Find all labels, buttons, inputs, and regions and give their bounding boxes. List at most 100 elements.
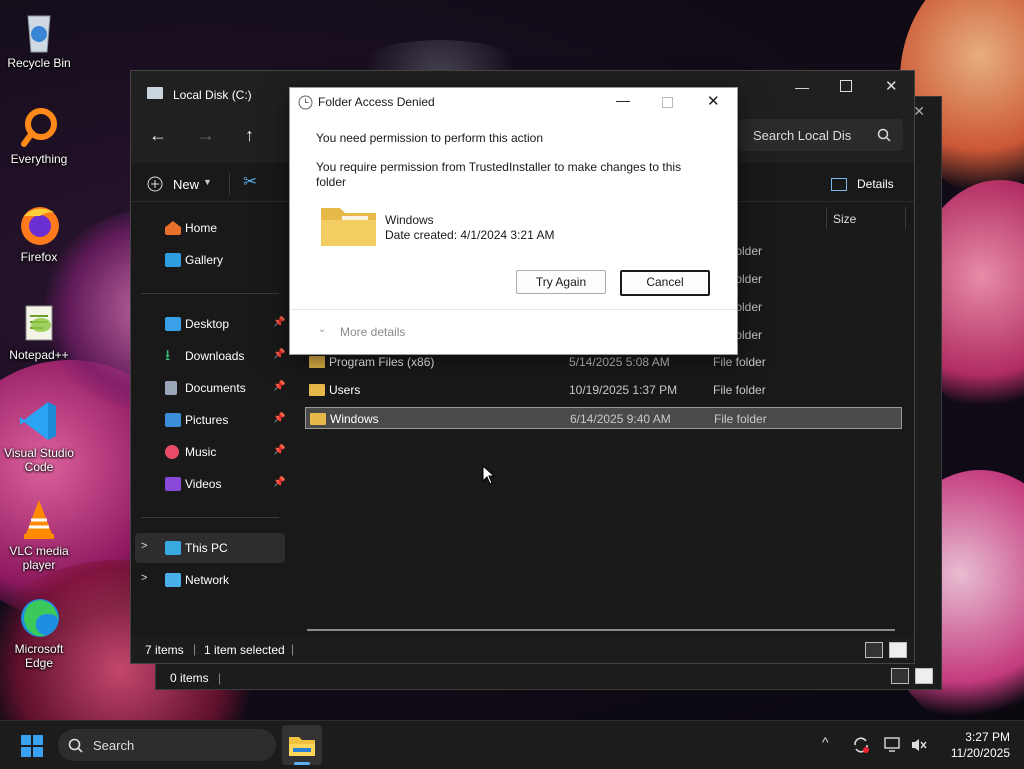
volume-muted-icon[interactable] [910,737,928,753]
desktop-icon-label: VLC media player [9,544,69,572]
network-monitor-icon[interactable] [884,737,902,753]
home-icon [165,221,181,235]
selection-count: 1 item selected [204,643,285,657]
chevron-right-icon[interactable]: > [141,540,147,552]
sidebar-item-home[interactable]: Home [135,213,285,243]
chevron-down-icon: ⌄ [318,324,327,335]
chevron-right-icon[interactable]: > [141,572,147,584]
taskbar-file-explorer-button[interactable] [282,725,322,765]
details-pane-button[interactable]: Details [831,176,913,194]
desktop-icon-label: Microsoft Edge [14,642,64,670]
details-view-icon[interactable] [891,668,909,684]
item-name: Windows [385,213,434,227]
file-type: File folder [713,355,766,369]
sidebar-item-downloads[interactable]: ⭳ Downloads 📌 [135,341,285,371]
sidebar-item-label: This PC [185,541,228,555]
documents-icon [165,381,177,395]
chevron-down-icon: ▼ [203,177,212,187]
pin-icon[interactable]: 📌 [273,477,285,488]
item-date-created: Date created: 4/1/2024 3:21 AM [385,228,555,242]
downloads-icon: ⭳ [165,347,171,364]
file-date: 5/14/2025 5:08 AM [569,355,670,369]
new-button[interactable]: New ▼ [147,174,235,194]
network-icon [165,573,181,587]
desktop-folder-icon [165,317,181,331]
cancel-button[interactable]: Cancel [620,270,710,296]
back-window-status: 0 items [170,671,209,685]
sidebar-item-label: Desktop [185,317,230,331]
sidebar-item-label: Home [185,221,218,235]
up-arrow-icon[interactable]: ↑ [245,125,254,146]
everything-search-icon [16,104,62,150]
desktop-icon-vlc[interactable]: VLC media player [0,496,78,572]
clock[interactable]: 3:27 PM 11/20/2025 [940,729,1010,761]
file-name: Windows [330,412,379,426]
taskbar: Search ^ 3:27 PM 11/20/2025 [0,720,1024,769]
sidebar-item-network[interactable]: > Network [135,565,285,595]
pin-icon[interactable]: 📌 [273,445,285,456]
minimize-icon[interactable]: — [616,92,630,108]
more-details-toggle[interactable]: ⌄ More details [318,324,438,340]
start-windows-icon[interactable] [21,735,43,757]
taskbar-search-box[interactable]: Search [58,729,276,761]
tiles-view-icon[interactable] [915,668,933,684]
maximize-icon [662,97,673,108]
file-row-selected[interactable]: Windows 6/14/2025 9:40 AM File folder [305,407,902,429]
desktop-icon-firefox[interactable]: Firefox [0,202,78,264]
sidebar-item-label: Documents [185,381,246,395]
details-view-icon[interactable] [865,642,883,658]
edge-icon [16,594,62,640]
desktop-icon-vscode[interactable]: Visual Studio Code [0,398,78,474]
maximize-icon[interactable] [840,80,852,92]
file-explorer-icon [289,737,315,756]
sidebar-item-music[interactable]: Music 📌 [135,437,285,467]
close-icon[interactable]: ✕ [885,77,898,95]
details-label: Details [857,177,894,191]
sidebar-item-pictures[interactable]: Pictures 📌 [135,405,285,435]
file-row[interactable]: Users 10/19/2025 1:37 PM File folder [305,379,902,401]
file-type: File folder [714,412,767,426]
forward-arrow-icon[interactable]: → [197,125,215,146]
folder-icon [309,384,325,396]
cut-icon[interactable]: ✂ [243,172,257,192]
search-input[interactable]: Search Local Dis [739,119,903,151]
pin-icon[interactable]: 📌 [273,317,285,328]
gallery-icon [165,253,181,267]
sidebar-item-label: Pictures [185,413,229,427]
minimize-icon[interactable]: — [795,79,809,95]
pin-icon[interactable]: 📌 [273,413,285,424]
drive-icon [147,87,163,99]
sidebar-item-label: Videos [185,477,222,491]
close-icon[interactable]: ✕ [913,103,925,120]
desktop-icon-everything[interactable]: Everything [0,104,78,166]
size-column-header[interactable]: Size [833,212,856,226]
tiles-view-icon[interactable] [889,642,907,658]
horizontal-scrollbar[interactable] [307,629,895,631]
desktop-icon-notepad-plus-plus[interactable]: Notepad++ [0,300,78,362]
desktop-icon-label: Everything [10,152,68,166]
sync-icon[interactable] [852,736,870,754]
sidebar-item-this-pc[interactable]: > This PC [135,533,285,563]
sidebar-item-desktop[interactable]: Desktop 📌 [135,309,285,339]
sidebar-item-label: Gallery [185,253,224,267]
dialog-title: Folder Access Denied [318,95,435,109]
file-date: 6/14/2025 9:40 AM [570,412,671,426]
close-icon[interactable]: ✕ [707,92,720,110]
desktop-icon-label: Visual Studio Code [4,446,74,474]
file-date: 10/19/2025 1:37 PM [569,383,678,397]
desktop-icon-edge[interactable]: Microsoft Edge [0,594,78,670]
this-pc-icon [165,541,181,555]
firefox-icon [16,202,62,248]
pin-icon[interactable]: 📌 [273,349,285,360]
music-icon [165,445,179,459]
try-again-button[interactable]: Try Again [516,270,606,294]
sidebar-item-videos[interactable]: Videos 📌 [135,469,285,499]
sidebar-item-gallery[interactable]: Gallery [135,245,285,275]
desktop-icon-recycle-bin[interactable]: Recycle Bin [0,8,78,70]
back-arrow-icon[interactable]: ← [149,125,167,146]
pin-icon[interactable]: 📌 [273,381,285,392]
folder-access-denied-dialog[interactable]: Folder Access Denied — ✕ You need permis… [289,87,738,355]
show-hidden-icons-chevron-icon[interactable]: ^ [822,734,829,750]
pictures-icon [165,413,181,427]
sidebar-item-documents[interactable]: Documents 📌 [135,373,285,403]
